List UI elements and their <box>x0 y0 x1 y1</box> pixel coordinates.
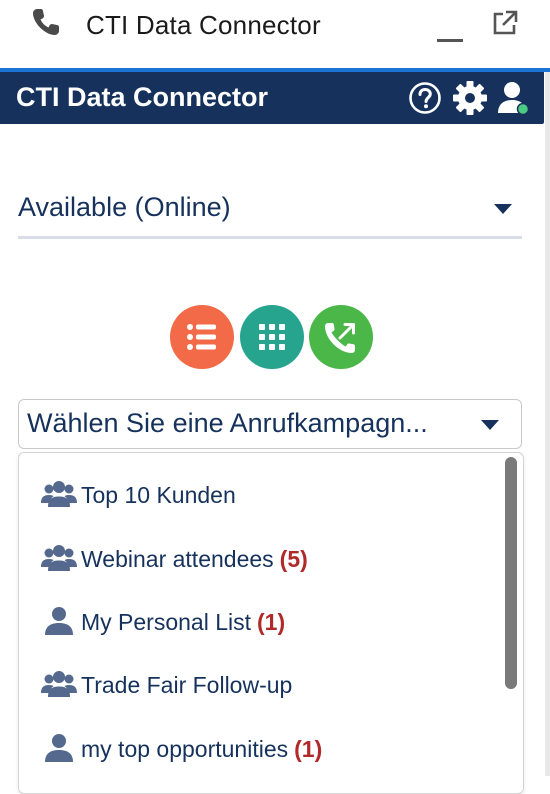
gear-icon[interactable] <box>452 80 488 116</box>
list-icon <box>187 324 216 350</box>
group-icon <box>41 481 77 507</box>
campaign-option-label: Top 10 Kunden <box>81 482 236 508</box>
dialpad-button[interactable] <box>240 305 304 369</box>
call-list-button[interactable] <box>170 305 234 369</box>
campaign-option-label: Trade Fair Follow-up <box>81 672 293 698</box>
dialpad-icon <box>259 324 285 350</box>
window-titlebar: CTI Data Connector <box>0 0 550 68</box>
person-icon <box>45 607 73 635</box>
phone-icon <box>33 9 59 35</box>
panel-edge <box>545 72 550 776</box>
campaign-option-label: my top opportunities <box>81 736 289 762</box>
campaign-option[interactable]: my top opportunities (1) <box>19 723 507 775</box>
app-header: CTI Data Connector <box>0 72 544 124</box>
outbound-call-button[interactable] <box>309 305 373 369</box>
dropdown-scrollbar[interactable] <box>505 457 517 689</box>
campaign-option-label: Webinar attendees <box>81 546 274 572</box>
campaign-select-placeholder: Wählen Sie eine Anrufkampagn... <box>27 408 428 438</box>
user-status-icon[interactable] <box>497 80 531 116</box>
campaign-option-count: (1) <box>294 736 323 762</box>
help-icon[interactable] <box>408 81 442 115</box>
campaign-option-count: (5) <box>279 546 308 572</box>
minimize-icon[interactable] <box>437 22 465 42</box>
campaign-option[interactable]: Top 10 Kunden <box>19 469 507 521</box>
campaign-option-label: My Personal List <box>81 609 252 635</box>
campaign-option[interactable]: Webinar attendees (5) <box>19 533 507 585</box>
window-title: CTI Data Connector <box>86 10 321 40</box>
chevron-down-icon <box>481 420 499 430</box>
chevron-down-icon <box>494 204 512 214</box>
campaign-dropdown-list: Top 10 Kunden Webinar attendees (5) My Pe… <box>18 452 524 794</box>
group-icon <box>41 545 77 571</box>
campaign-select[interactable]: Wählen Sie eine Anrufkampagn... <box>18 399 522 449</box>
campaign-option[interactable]: Trade Fair Follow-up <box>19 659 507 711</box>
person-icon <box>45 734 73 762</box>
popout-icon[interactable] <box>490 8 520 38</box>
app-title: CTI Data Connector <box>16 82 269 112</box>
presence-status-value: Available (Online) <box>18 192 231 222</box>
presence-status-select[interactable]: Available (Online) <box>18 184 522 239</box>
outbound-call-icon <box>325 323 355 353</box>
group-icon <box>41 671 77 697</box>
campaign-option[interactable]: My Personal List (1) <box>19 596 507 648</box>
campaign-option-count: (1) <box>257 609 286 635</box>
